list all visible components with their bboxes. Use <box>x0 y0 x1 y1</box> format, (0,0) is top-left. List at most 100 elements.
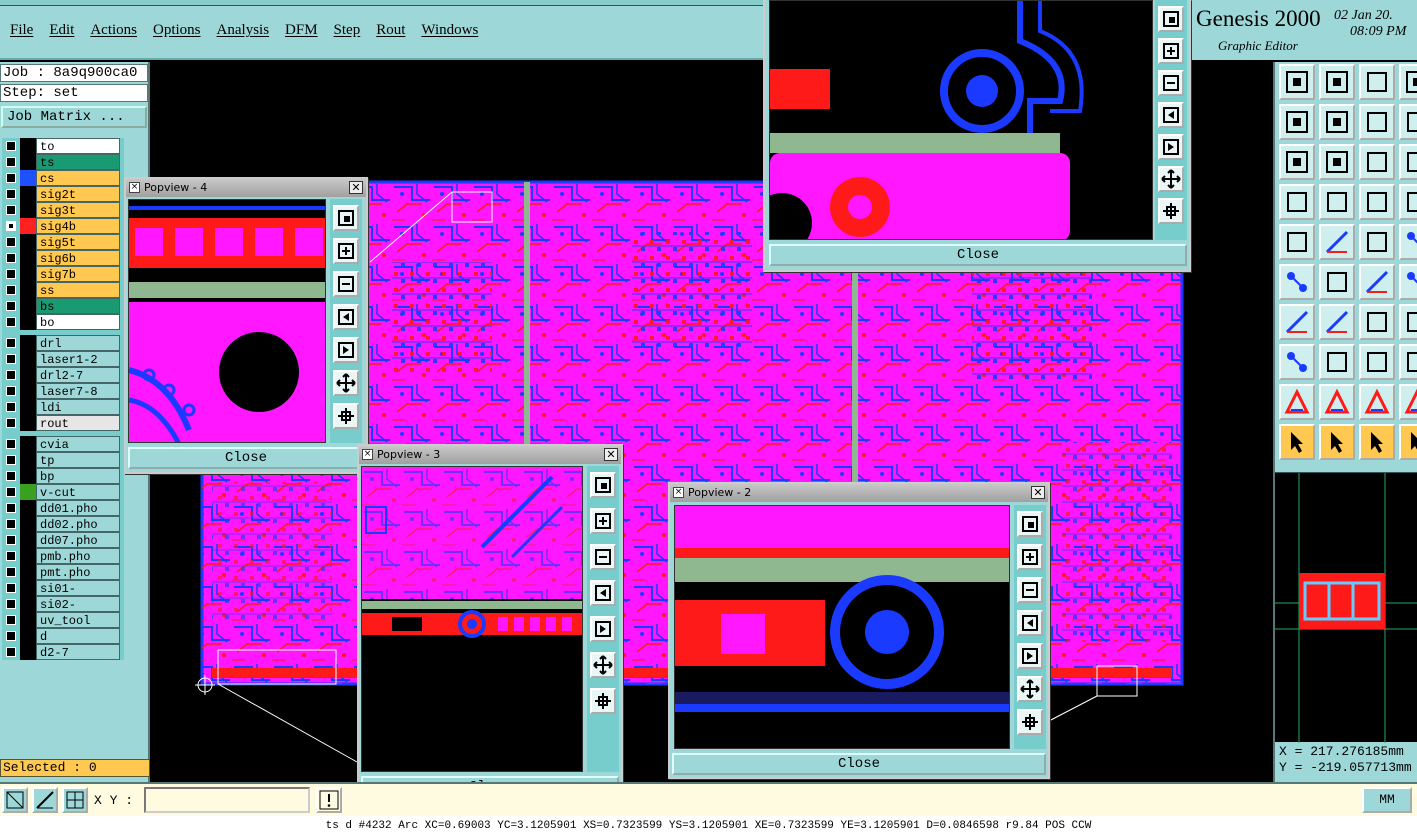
layer-row[interactable]: laser7-8 <box>2 383 124 399</box>
layer-row[interactable]: drl <box>2 335 124 351</box>
center-icon[interactable] <box>1158 198 1184 224</box>
layer-row[interactable]: laser1-2 <box>2 351 124 367</box>
pan-left-icon[interactable] <box>1158 102 1184 128</box>
layer-checkbox[interactable] <box>6 599 16 609</box>
popview-4-view[interactable] <box>128 199 326 443</box>
layer-row[interactable]: ts <box>2 154 124 170</box>
connect-icon[interactable] <box>1279 264 1315 300</box>
layer-color-swatch[interactable] <box>20 250 36 266</box>
layer-checkbox[interactable] <box>6 386 16 396</box>
layer-color-swatch[interactable] <box>20 415 36 431</box>
expand-icon[interactable] <box>590 652 616 678</box>
menu-analysis[interactable]: Analysis <box>217 22 270 39</box>
layer-row[interactable]: sig4b <box>2 218 124 234</box>
layer-row[interactable]: pmb.pho <box>2 548 124 564</box>
layer-color-swatch[interactable] <box>20 138 36 154</box>
grid-icon[interactable] <box>1319 184 1355 220</box>
layer-color-swatch[interactable] <box>20 154 36 170</box>
layer-color-swatch[interactable] <box>20 500 36 516</box>
layer-color-swatch[interactable] <box>20 186 36 202</box>
help-icon[interactable] <box>1399 144 1417 180</box>
layer-row[interactable]: dd01.pho <box>2 500 124 516</box>
layer-color-swatch[interactable] <box>20 596 36 612</box>
layer-row[interactable]: bs <box>2 298 124 314</box>
window-menu-icon[interactable]: × <box>129 182 140 193</box>
layer-row[interactable]: dd02.pho <box>2 516 124 532</box>
layer-color-swatch[interactable] <box>20 436 36 452</box>
layer-checkbox[interactable] <box>6 567 16 577</box>
layer-checkbox[interactable] <box>6 338 16 348</box>
layer-color-swatch[interactable] <box>20 351 36 367</box>
zoom-in-icon[interactable] <box>333 238 359 264</box>
pan-right-icon[interactable] <box>590 616 616 642</box>
menu-dfm[interactable]: DFM <box>285 22 318 39</box>
layer-checkbox[interactable] <box>6 535 16 545</box>
center-icon[interactable] <box>1319 144 1355 180</box>
pointer-icon[interactable] <box>1279 424 1315 460</box>
layer-row[interactable]: rout <box>2 415 124 431</box>
zoom-in-icon[interactable] <box>1279 64 1315 100</box>
layer-color-swatch[interactable] <box>20 468 36 484</box>
layer-checkbox[interactable] <box>6 615 16 625</box>
popview-1-close-button[interactable]: Close <box>769 244 1187 266</box>
layer-row[interactable]: dd07.pho <box>2 532 124 548</box>
close-icon[interactable]: ✕ <box>604 448 618 461</box>
layer-color-swatch[interactable] <box>20 484 36 500</box>
angle-icon[interactable] <box>1279 304 1315 340</box>
vector-icon[interactable] <box>1359 264 1395 300</box>
zoom-fit-icon[interactable] <box>590 472 616 498</box>
layer-color-swatch[interactable] <box>20 202 36 218</box>
layer-row[interactable]: v-cut <box>2 484 124 500</box>
layer-color-swatch[interactable] <box>20 628 36 644</box>
menu-actions[interactable]: Actions <box>90 22 137 39</box>
layer-color-swatch[interactable] <box>20 548 36 564</box>
layer-color-swatch[interactable] <box>20 399 36 415</box>
layer-row[interactable]: d <box>2 628 124 644</box>
layer-checkbox[interactable] <box>6 285 16 295</box>
pointer-circle-icon[interactable] <box>1359 424 1395 460</box>
layer-checkbox[interactable] <box>6 439 16 449</box>
layer-color-swatch[interactable] <box>20 282 36 298</box>
layer-row[interactable]: drl2-7 <box>2 367 124 383</box>
expand-icon[interactable] <box>1017 676 1043 702</box>
alert-icon[interactable] <box>316 787 342 813</box>
units-button[interactable]: MM <box>1362 787 1412 813</box>
layer-checkbox[interactable] <box>6 519 16 529</box>
pointer-box-icon[interactable] <box>1319 424 1355 460</box>
layer-color-swatch[interactable] <box>20 367 36 383</box>
menu-rout[interactable]: Rout <box>376 22 405 39</box>
pan-right-icon[interactable] <box>333 337 359 363</box>
cross-icon[interactable] <box>1319 264 1355 300</box>
pan-left-icon[interactable] <box>333 304 359 330</box>
layer-checkbox[interactable] <box>6 583 16 593</box>
undo-icon[interactable] <box>1359 104 1395 140</box>
layer-color-swatch[interactable] <box>20 564 36 580</box>
triangle-fill-icon[interactable] <box>1319 384 1355 420</box>
layer-row[interactable]: ldi <box>2 399 124 415</box>
expand-icon[interactable] <box>333 370 359 396</box>
trapezoid-icon[interactable] <box>1359 384 1395 420</box>
layer-list-icon[interactable] <box>1399 184 1417 220</box>
menu-step[interactable]: Step <box>334 22 361 39</box>
job-matrix-button[interactable]: Job Matrix ... <box>1 106 147 128</box>
menu-windows[interactable]: Windows <box>421 22 478 39</box>
zoom-fit-icon[interactable] <box>1017 511 1043 537</box>
layer-row[interactable]: bp <box>2 468 124 484</box>
layer-color-swatch[interactable] <box>20 335 36 351</box>
one-to-one-icon[interactable] <box>1359 144 1395 180</box>
zoom-fit-icon[interactable] <box>1158 6 1184 32</box>
popview-2-view[interactable] <box>674 505 1010 749</box>
zoom-area-icon[interactable] <box>2 787 28 813</box>
measure-icon[interactable] <box>1399 344 1417 380</box>
zoom-in-icon[interactable] <box>590 508 616 534</box>
layer-row[interactable]: sig7b <box>2 266 124 282</box>
layer-row[interactable]: pmt.pho <box>2 564 124 580</box>
zoom-out-icon[interactable] <box>590 544 616 570</box>
popview-1-view[interactable] <box>769 0 1153 240</box>
layer-stack-icon[interactable] <box>1359 184 1395 220</box>
layer-checkbox[interactable] <box>6 301 16 311</box>
layer-checkbox[interactable] <box>6 205 16 215</box>
zoom-fit-icon[interactable] <box>333 205 359 231</box>
layer-checkbox[interactable] <box>6 647 16 657</box>
ruler-icon[interactable] <box>1359 224 1395 260</box>
